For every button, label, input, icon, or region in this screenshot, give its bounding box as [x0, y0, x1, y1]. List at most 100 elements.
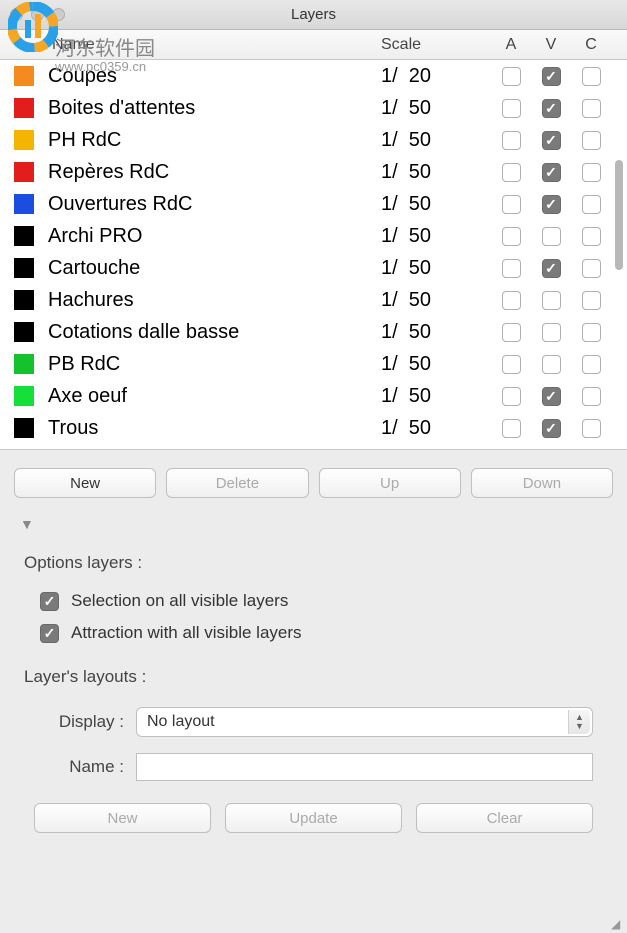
color-swatch[interactable] — [14, 290, 34, 310]
table-body[interactable]: Coupes1/ 20Boites d'attentes1/ 50PH RdC1… — [0, 60, 627, 444]
resize-handle-icon[interactable]: ◢ — [611, 917, 625, 931]
a-checkbox[interactable] — [502, 67, 521, 86]
table-row[interactable]: Archi PRO1/ 50 — [0, 220, 627, 252]
layer-name: Coupes — [48, 65, 381, 88]
a-checkbox[interactable] — [502, 131, 521, 150]
layer-scale: 1/ 50 — [381, 129, 491, 152]
a-checkbox[interactable] — [502, 419, 521, 438]
color-swatch[interactable] — [14, 354, 34, 374]
name-input[interactable] — [136, 753, 593, 781]
table-row[interactable]: Coupes1/ 20 — [0, 60, 627, 92]
header-a[interactable]: A — [491, 36, 531, 54]
layer-name: PB RdC — [48, 353, 381, 376]
a-checkbox[interactable] — [502, 291, 521, 310]
window-title: Layers — [0, 6, 627, 23]
header-scale[interactable]: Scale — [381, 36, 491, 54]
disclosure[interactable]: ▼ — [0, 508, 627, 545]
c-checkbox[interactable] — [582, 227, 601, 246]
table-row[interactable]: Hachures1/ 50 — [0, 284, 627, 316]
option-attraction-row: Attraction with all visible layers — [0, 617, 627, 649]
layer-scale: 1/ 50 — [381, 257, 491, 280]
color-swatch[interactable] — [14, 162, 34, 182]
color-swatch[interactable] — [14, 386, 34, 406]
c-checkbox[interactable] — [582, 419, 601, 438]
v-checkbox[interactable] — [542, 419, 561, 438]
a-checkbox[interactable] — [502, 259, 521, 278]
c-checkbox[interactable] — [582, 259, 601, 278]
v-checkbox[interactable] — [542, 163, 561, 182]
c-checkbox[interactable] — [582, 355, 601, 374]
c-checkbox[interactable] — [582, 67, 601, 86]
up-button[interactable]: Up — [319, 468, 461, 498]
color-swatch[interactable] — [14, 226, 34, 246]
a-checkbox[interactable] — [502, 227, 521, 246]
table-row[interactable]: Cartouche1/ 50 — [0, 252, 627, 284]
c-checkbox[interactable] — [582, 163, 601, 182]
c-checkbox[interactable] — [582, 131, 601, 150]
new-button[interactable]: New — [14, 468, 156, 498]
c-checkbox[interactable] — [582, 387, 601, 406]
layer-name: Cotations dalle basse — [48, 321, 381, 344]
c-checkbox[interactable] — [582, 195, 601, 214]
disclosure-triangle-icon[interactable]: ▼ — [20, 516, 34, 532]
selection-checkbox[interactable] — [40, 592, 59, 611]
delete-button[interactable]: Delete — [166, 468, 308, 498]
a-checkbox[interactable] — [502, 355, 521, 374]
layout-new-button[interactable]: New — [34, 803, 211, 833]
a-checkbox[interactable] — [502, 387, 521, 406]
layer-scale: 1/ 50 — [381, 193, 491, 216]
color-swatch[interactable] — [14, 418, 34, 438]
scrollbar[interactable] — [615, 90, 625, 430]
select-stepper-icon[interactable]: ▲▼ — [568, 710, 590, 734]
table-row[interactable]: Axe oeuf1/ 50 — [0, 380, 627, 412]
v-checkbox[interactable] — [542, 323, 561, 342]
v-checkbox[interactable] — [542, 131, 561, 150]
table-row[interactable]: PH RdC1/ 50 — [0, 124, 627, 156]
color-swatch[interactable] — [14, 66, 34, 86]
layer-name: Axe oeuf — [48, 385, 381, 408]
table-row[interactable]: Repères RdC1/ 50 — [0, 156, 627, 188]
c-checkbox[interactable] — [582, 99, 601, 118]
v-checkbox[interactable] — [542, 291, 561, 310]
color-swatch[interactable] — [14, 258, 34, 278]
c-checkbox[interactable] — [582, 323, 601, 342]
v-checkbox[interactable] — [542, 227, 561, 246]
table-row[interactable]: Cotations dalle basse1/ 50 — [0, 316, 627, 348]
down-button[interactable]: Down — [471, 468, 613, 498]
v-checkbox[interactable] — [542, 259, 561, 278]
layout-update-button[interactable]: Update — [225, 803, 402, 833]
name-row: Name : — [14, 745, 613, 789]
color-swatch[interactable] — [14, 194, 34, 214]
layers-table: Name Scale A V C Coupes1/ 20Boites d'att… — [0, 30, 627, 450]
v-checkbox[interactable] — [542, 99, 561, 118]
table-row[interactable]: Boites d'attentes1/ 50 — [0, 92, 627, 124]
color-swatch[interactable] — [14, 98, 34, 118]
layer-scale: 1/ 50 — [381, 385, 491, 408]
scrollbar-thumb[interactable] — [615, 160, 623, 270]
minimize-icon[interactable] — [31, 8, 44, 21]
table-row[interactable]: PB RdC1/ 50 — [0, 348, 627, 380]
layout-clear-button[interactable]: Clear — [416, 803, 593, 833]
a-checkbox[interactable] — [502, 99, 521, 118]
a-checkbox[interactable] — [502, 163, 521, 182]
c-checkbox[interactable] — [582, 291, 601, 310]
layer-scale: 1/ 50 — [381, 225, 491, 248]
color-swatch[interactable] — [14, 130, 34, 150]
a-checkbox[interactable] — [502, 195, 521, 214]
layer-name: Trous — [48, 417, 381, 440]
zoom-icon[interactable] — [52, 8, 65, 21]
v-checkbox[interactable] — [542, 387, 561, 406]
attraction-checkbox[interactable] — [40, 624, 59, 643]
color-swatch[interactable] — [14, 322, 34, 342]
v-checkbox[interactable] — [542, 67, 561, 86]
display-select[interactable]: No layout ▲▼ — [136, 707, 593, 737]
header-name[interactable]: Name — [48, 36, 381, 54]
v-checkbox[interactable] — [542, 195, 561, 214]
table-row[interactable]: Trous1/ 50 — [0, 412, 627, 444]
table-row[interactable]: Ouvertures RdC1/ 50 — [0, 188, 627, 220]
close-icon[interactable] — [10, 8, 23, 21]
header-c[interactable]: C — [571, 36, 611, 54]
v-checkbox[interactable] — [542, 355, 561, 374]
a-checkbox[interactable] — [502, 323, 521, 342]
header-v[interactable]: V — [531, 36, 571, 54]
